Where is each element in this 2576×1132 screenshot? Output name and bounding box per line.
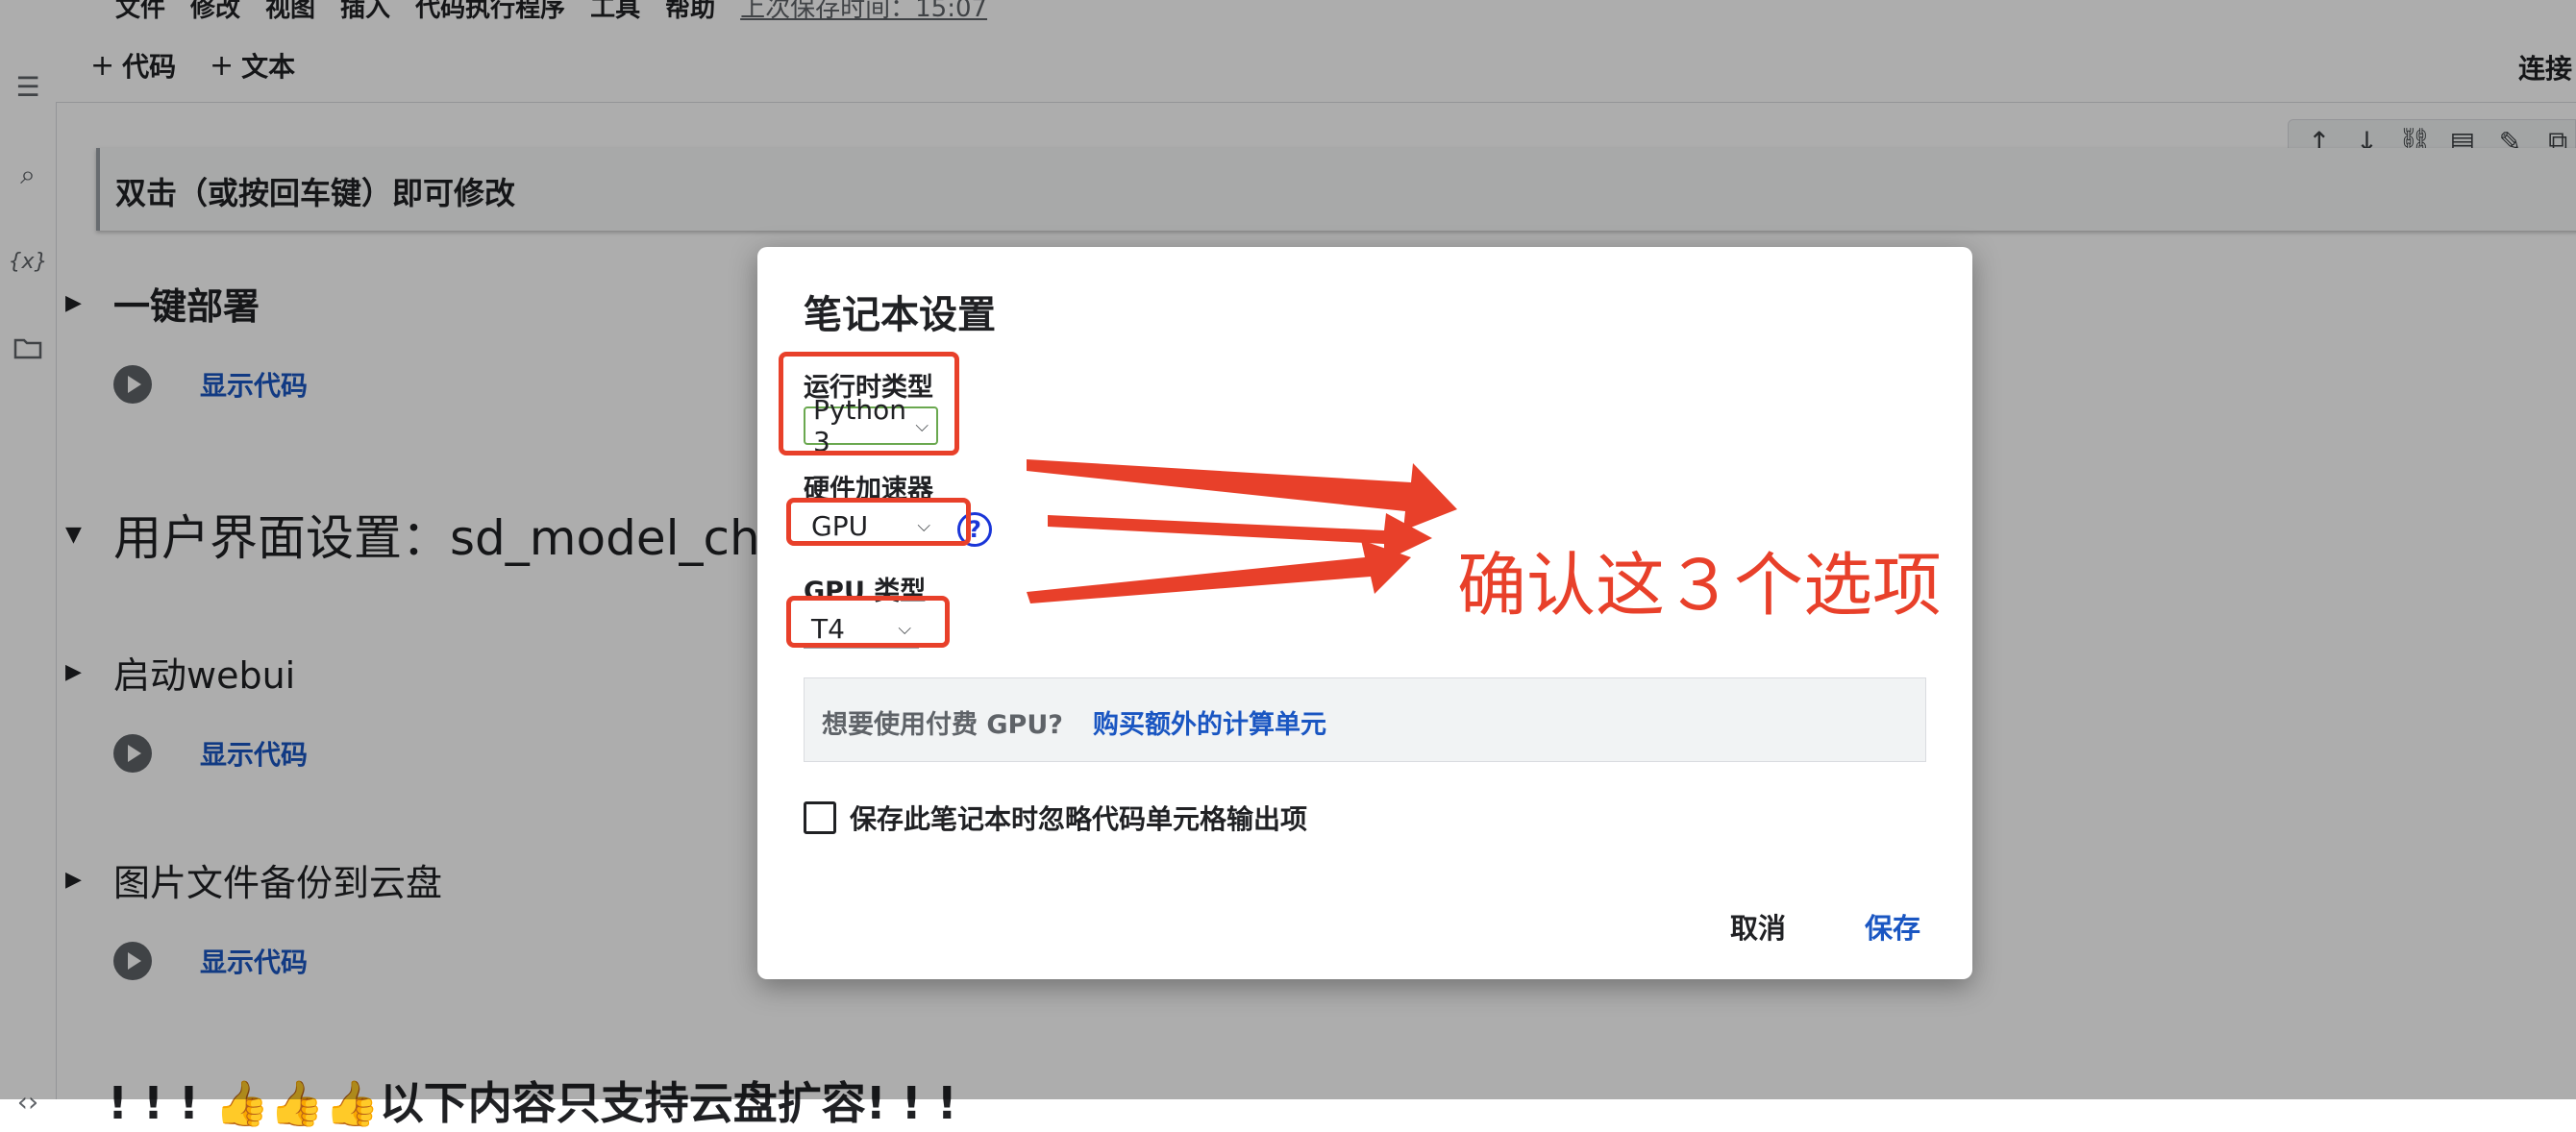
annotation-box-runtime xyxy=(779,352,959,455)
annotation-box-hardware xyxy=(786,498,971,546)
omit-output-checkbox[interactable] xyxy=(804,801,836,834)
omit-output-label: 保存此笔记本时忽略代码单元格输出项 xyxy=(850,803,1308,835)
paid-gpu-question: 想要使用付费 GPU? xyxy=(822,710,1063,740)
annotation-box-gpu-type xyxy=(786,596,950,648)
omit-output-option[interactable]: 保存此笔记本时忽略代码单元格输出项 xyxy=(804,799,1307,837)
colab-notebook: 文件 修改 视图 插入 代码执行程序 工具 帮助 上次保存时间：15:07 ☰ … xyxy=(0,0,2576,1129)
cancel-button[interactable]: 取消 xyxy=(1730,906,1786,947)
buy-compute-units-link[interactable]: 购买额外的计算单元 xyxy=(1093,703,1326,741)
save-button[interactable]: 保存 xyxy=(1865,906,1920,947)
annotation-text: 确认这３个选项 xyxy=(1457,545,1943,626)
dialog-title: 笔记本设置 xyxy=(804,293,996,337)
paid-gpu-banner: 想要使用付费 GPU? 购买额外的计算单元 xyxy=(804,677,1926,762)
